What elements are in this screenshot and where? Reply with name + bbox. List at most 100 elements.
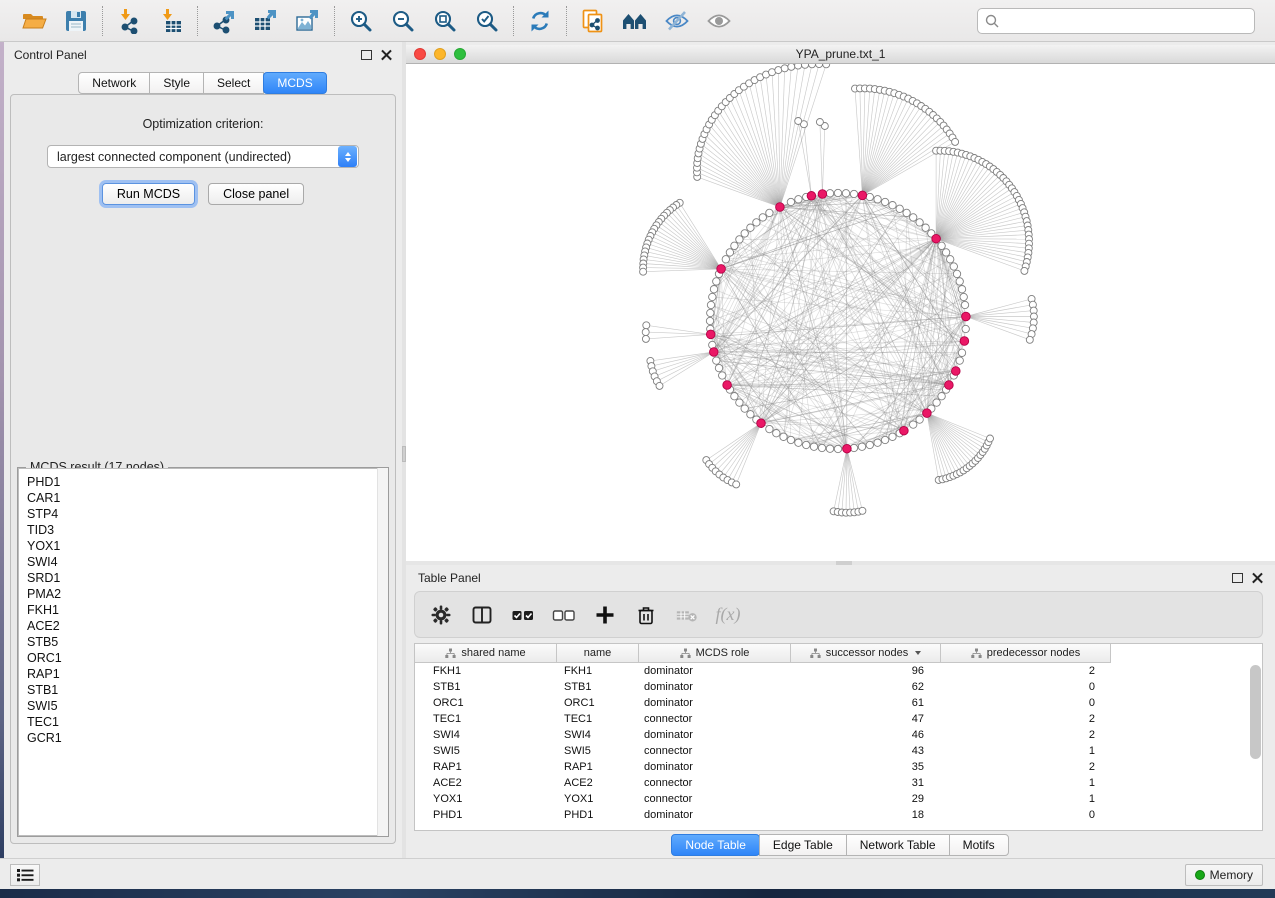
select-stepper-icon: [338, 146, 357, 167]
mcds-result-list[interactable]: PHD1CAR1STP4TID3YOX1SWI4SRD1PMA2FKH1ACE2…: [18, 468, 388, 836]
column-header-name[interactable]: name: [557, 644, 639, 663]
list-item[interactable]: RAP1: [27, 666, 379, 682]
table-row[interactable]: ORC1ORC1dominator610: [415, 695, 1262, 711]
network-window-titlebar[interactable]: YPA_prune.txt_1: [406, 45, 1275, 64]
export-table-icon[interactable]: [252, 7, 280, 35]
search-box[interactable]: [977, 8, 1255, 34]
tab-mcds[interactable]: MCDS: [263, 72, 326, 94]
import-table-icon[interactable]: [157, 7, 185, 35]
list-item[interactable]: FKH1: [27, 602, 379, 618]
delete-table-icon[interactable]: [675, 603, 699, 627]
hide-selected-icon[interactable]: [663, 7, 691, 35]
network-window-title: YPA_prune.txt_1: [406, 47, 1275, 61]
add-column-icon[interactable]: [593, 603, 617, 627]
column-header-MCDS-role[interactable]: MCDS role: [639, 644, 791, 663]
table-row[interactable]: ACE2ACE2connector311: [415, 775, 1262, 791]
new-network-from-selection-icon[interactable]: [579, 7, 607, 35]
table-row[interactable]: SWI5SWI5connector431: [415, 743, 1262, 759]
table-cell: 47: [791, 713, 941, 725]
table-cell: FKH1: [415, 665, 557, 677]
table-cell: 0: [941, 681, 1111, 693]
tab-edge-table[interactable]: Edge Table: [759, 834, 847, 856]
list-item[interactable]: CAR1: [27, 490, 379, 506]
list-item[interactable]: STB5: [27, 634, 379, 650]
list-item[interactable]: SRD1: [27, 570, 379, 586]
table-row[interactable]: PHD1PHD1dominator180: [415, 807, 1262, 823]
table-row[interactable]: YOX1YOX1connector291: [415, 791, 1262, 807]
memory-label: Memory: [1210, 868, 1253, 882]
mcds-list-scrollbar[interactable]: [377, 468, 388, 836]
tab-motifs[interactable]: Motifs: [949, 834, 1009, 856]
tab-select[interactable]: Select: [203, 72, 264, 94]
criterion-select[interactable]: largest connected component (undirected): [47, 145, 359, 168]
node-table[interactable]: shared namenameMCDS rolesuccessor nodesp…: [414, 643, 1263, 831]
first-neighbors-icon[interactable]: [621, 7, 649, 35]
control-panel-title: Control Panel: [14, 48, 87, 62]
export-image-icon[interactable]: [294, 7, 322, 35]
list-item[interactable]: PMA2: [27, 586, 379, 602]
tab-style[interactable]: Style: [149, 72, 204, 94]
close-panel-icon[interactable]: [381, 50, 392, 61]
unselect-all-columns-icon[interactable]: [552, 603, 576, 627]
zoom-out-icon[interactable]: [389, 7, 417, 35]
table-cell: 31: [791, 777, 941, 789]
select-all-columns-icon[interactable]: [511, 603, 535, 627]
zoom-selected-icon[interactable]: [473, 7, 501, 35]
table-cell: dominator: [639, 809, 791, 821]
memory-button[interactable]: Memory: [1185, 864, 1263, 886]
tab-network[interactable]: Network: [78, 72, 150, 94]
save-session-icon[interactable]: [62, 7, 90, 35]
delete-columns-icon[interactable]: [634, 603, 658, 627]
float-panel-icon[interactable]: [361, 50, 372, 60]
column-header-shared-name[interactable]: shared name: [415, 644, 557, 663]
panel-menu-button[interactable]: [10, 864, 40, 886]
list-item[interactable]: TEC1: [27, 714, 379, 730]
table-cell: connector: [639, 745, 791, 757]
table-cell: RAP1: [557, 761, 639, 773]
zoom-fit-icon[interactable]: [431, 7, 459, 35]
table-scrollbar-thumb[interactable]: [1250, 665, 1261, 759]
table-row[interactable]: TEC1TEC1connector472: [415, 711, 1262, 727]
table-row[interactable]: STB1STB1dominator620: [415, 679, 1262, 695]
tab-network-table[interactable]: Network Table: [846, 834, 950, 856]
table-settings-icon[interactable]: [429, 603, 453, 627]
run-mcds-button[interactable]: Run MCDS: [102, 183, 195, 205]
close-panel-icon[interactable]: [1252, 573, 1263, 584]
function-builder-icon[interactable]: f(x): [716, 603, 740, 627]
table-row[interactable]: SWI4SWI4dominator462: [415, 727, 1262, 743]
float-panel-icon[interactable]: [1232, 573, 1243, 583]
list-item[interactable]: SWI5: [27, 698, 379, 714]
table-row[interactable]: FKH1FKH1dominator962: [415, 663, 1262, 679]
list-item[interactable]: STB1: [27, 682, 379, 698]
table-cell: YOX1: [415, 793, 557, 805]
list-item[interactable]: ACE2: [27, 618, 379, 634]
open-file-icon[interactable]: [20, 7, 48, 35]
list-item[interactable]: PHD1: [27, 474, 379, 490]
show-all-icon[interactable]: [705, 7, 733, 35]
search-input[interactable]: [1000, 14, 1248, 28]
column-header-successor-nodes[interactable]: successor nodes: [791, 644, 941, 663]
list-item[interactable]: TID3: [27, 522, 379, 538]
network-canvas[interactable]: [406, 64, 1275, 561]
table-row[interactable]: RAP1RAP1dominator352: [415, 759, 1262, 775]
list-item[interactable]: GCR1: [27, 730, 379, 746]
list-item[interactable]: ORC1: [27, 650, 379, 666]
table-cell: 62: [791, 681, 941, 693]
table-panel-titlebar: Table Panel: [406, 565, 1275, 591]
network-graph[interactable]: [406, 64, 1275, 561]
show-columns-icon[interactable]: [470, 603, 494, 627]
close-panel-button[interactable]: Close panel: [208, 183, 304, 205]
tab-node-table[interactable]: Node Table: [671, 834, 760, 856]
list-item[interactable]: STP4: [27, 506, 379, 522]
table-cell: connector: [639, 713, 791, 725]
column-header-predecessor-nodes[interactable]: predecessor nodes: [941, 644, 1111, 663]
list-item[interactable]: SWI4: [27, 554, 379, 570]
export-network-icon[interactable]: [210, 7, 238, 35]
refresh-view-icon[interactable]: [526, 7, 554, 35]
column-type-icon: [445, 648, 456, 659]
table-cell: 46: [791, 729, 941, 741]
table-cell: STB1: [415, 681, 557, 693]
import-network-icon[interactable]: [115, 7, 143, 35]
zoom-in-icon[interactable]: [347, 7, 375, 35]
list-item[interactable]: YOX1: [27, 538, 379, 554]
